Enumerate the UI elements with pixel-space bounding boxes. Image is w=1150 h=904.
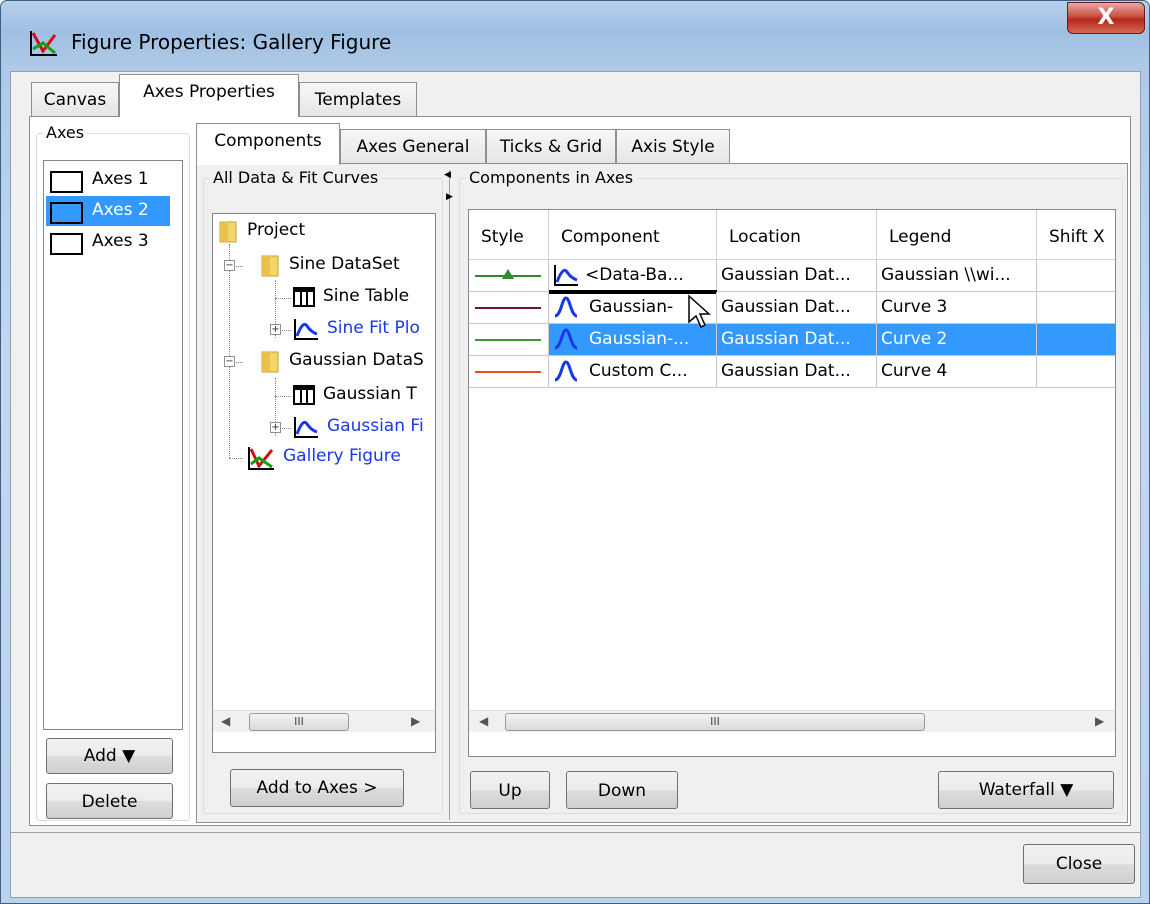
legend-cell: Curve 3 xyxy=(877,292,1037,324)
tab-axis-style[interactable]: Axis Style xyxy=(616,129,730,163)
table-row[interactable]: Gaussian- Gaussian Dat... Curve 3 xyxy=(469,292,1115,324)
style-cell xyxy=(469,260,549,292)
dialog-body: Canvas Axes Properties Templates Axes Ax… xyxy=(10,71,1141,898)
column-header-location[interactable]: Location xyxy=(717,210,877,260)
location-cell: Gaussian Dat... xyxy=(717,292,877,324)
location-cell: Gaussian Dat... xyxy=(717,356,877,388)
fit-curve-icon xyxy=(294,417,318,438)
fit-curve-icon xyxy=(554,265,578,286)
table-row[interactable]: Custom C... Gaussian Dat... Curve 4 xyxy=(469,356,1115,388)
shift-x-cell xyxy=(1037,292,1115,324)
tab-components[interactable]: Components xyxy=(196,123,340,165)
tab-ticks-grid[interactable]: Ticks & Grid xyxy=(486,129,616,163)
column-header-shift-x[interactable]: Shift X xyxy=(1037,210,1115,260)
table-icon xyxy=(293,287,315,307)
axes-list-item-2[interactable]: Axes 2 xyxy=(46,196,170,226)
style-cell xyxy=(469,356,549,388)
tab-axes-general[interactable]: Axes General xyxy=(340,129,486,163)
line-style-swatch xyxy=(475,339,541,341)
add-to-axes-button[interactable]: Add to Axes > xyxy=(230,769,404,807)
tab-axes-properties[interactable]: Axes Properties xyxy=(119,74,299,117)
data-curves-tree[interactable]: Project − Sine DataSet Sine Table + Sine… xyxy=(212,213,436,753)
scroll-thumb[interactable]: III xyxy=(505,713,925,731)
components-table[interactable]: Style Component Location Legend Shift X xyxy=(468,209,1116,757)
figure-icon xyxy=(30,31,57,56)
table-row[interactable]: <Data-Ba... Gaussian Dat... Gaussian \\w… xyxy=(469,260,1115,292)
delete-axes-button[interactable]: Delete xyxy=(46,783,173,819)
add-axes-button[interactable]: Add ▼ xyxy=(46,738,173,774)
shift-x-cell xyxy=(1037,356,1115,388)
column-header-component[interactable]: Component xyxy=(549,210,717,260)
table-icon xyxy=(293,385,315,405)
axes-icon xyxy=(50,202,83,224)
components-group: Components in Axes Style Component Locat… xyxy=(459,168,1123,814)
gaussian-curve-icon xyxy=(554,296,578,318)
close-window-button[interactable]: X xyxy=(1067,2,1145,34)
shift-x-cell xyxy=(1037,324,1115,356)
scroll-right-arrow[interactable]: ▶ xyxy=(1095,714,1104,728)
expander-gaussian-dataset[interactable]: − xyxy=(224,356,235,367)
components-tab-panel: All Data & Fit Curves Project − Sine Dat… xyxy=(196,163,1128,823)
style-cell xyxy=(469,292,549,324)
tab-templates[interactable]: Templates xyxy=(299,82,417,116)
line-style-swatch xyxy=(475,371,541,373)
expander-sine-dataset[interactable]: − xyxy=(224,260,235,271)
location-cell: Gaussian Dat... xyxy=(717,324,877,356)
component-cell: Custom C... xyxy=(549,356,717,388)
legend-cell: Curve 4 xyxy=(877,356,1037,388)
components-horizontal-scrollbar[interactable]: ◀ III ▶ xyxy=(469,710,1115,732)
table-row-selected[interactable]: Gaussian-... Gaussian Dat... Curve 2 xyxy=(469,324,1115,356)
axes-properties-panel: Axes Axes 1 Axes 2 Axes 3 Add ▼ Delete C… xyxy=(29,116,1131,826)
line-style-swatch xyxy=(475,269,541,279)
components-group-title: Components in Axes xyxy=(466,168,637,187)
axes-list-item-1[interactable]: Axes 1 xyxy=(46,165,170,195)
expander-gaussian-fit[interactable]: + xyxy=(270,422,281,433)
collapse-left-arrow[interactable]: ◀ xyxy=(444,170,451,180)
figure-icon xyxy=(248,447,274,470)
axes-icon xyxy=(50,233,83,255)
axes-list-item-3[interactable]: Axes 3 xyxy=(46,227,170,257)
gaussian-curve-icon xyxy=(554,328,578,350)
fit-curve-icon xyxy=(294,319,318,340)
axes-group-title: Axes xyxy=(43,123,88,142)
style-cell xyxy=(469,324,549,356)
data-curves-group: All Data & Fit Curves Project − Sine Dat… xyxy=(203,168,443,814)
scroll-left-arrow[interactable]: ◀ xyxy=(221,714,230,728)
location-cell: Gaussian Dat... xyxy=(717,260,877,292)
legend-cell: Gaussian \\wi... xyxy=(877,260,1037,292)
splitter-handle[interactable]: ◀ ▶ xyxy=(444,170,455,820)
column-header-legend[interactable]: Legend xyxy=(877,210,1037,260)
axes-icon xyxy=(50,171,83,193)
collapse-right-arrow[interactable]: ▶ xyxy=(446,192,453,202)
close-button[interactable]: Close xyxy=(1023,844,1135,884)
expander-sine-fit[interactable]: + xyxy=(270,324,281,335)
scroll-right-arrow[interactable]: ▶ xyxy=(411,714,420,728)
tree-horizontal-scrollbar[interactable]: ◀ III ▶ xyxy=(213,710,435,732)
scroll-left-arrow[interactable]: ◀ xyxy=(479,714,488,728)
legend-cell: Curve 2 xyxy=(877,324,1037,356)
gaussian-curve-icon xyxy=(554,360,578,382)
scroll-thumb[interactable]: III xyxy=(249,713,349,731)
move-up-button[interactable]: Up xyxy=(470,771,550,809)
axes-group: Axes Axes 1 Axes 2 Axes 3 Add ▼ Delete xyxy=(36,123,190,821)
data-curves-group-title: All Data & Fit Curves xyxy=(210,168,382,187)
line-style-swatch xyxy=(475,307,541,309)
mouse-cursor-icon xyxy=(688,294,711,329)
title-bar[interactable]: Figure Properties: Gallery Figure X xyxy=(1,1,1149,71)
figure-properties-window: Figure Properties: Gallery Figure X Canv… xyxy=(0,0,1150,904)
component-cell: <Data-Ba... xyxy=(549,260,717,292)
waterfall-button[interactable]: Waterfall ▼ xyxy=(938,771,1114,809)
shift-x-cell xyxy=(1037,260,1115,292)
folder-icon xyxy=(261,351,279,373)
column-header-style[interactable]: Style xyxy=(469,210,549,260)
folder-icon xyxy=(219,221,237,243)
move-down-button[interactable]: Down xyxy=(566,771,678,809)
footer-separator xyxy=(11,832,1140,833)
window-title: Figure Properties: Gallery Figure xyxy=(71,30,392,54)
folder-icon xyxy=(261,255,279,277)
axes-list[interactable]: Axes 1 Axes 2 Axes 3 xyxy=(43,160,183,730)
tab-canvas[interactable]: Canvas xyxy=(31,82,119,116)
